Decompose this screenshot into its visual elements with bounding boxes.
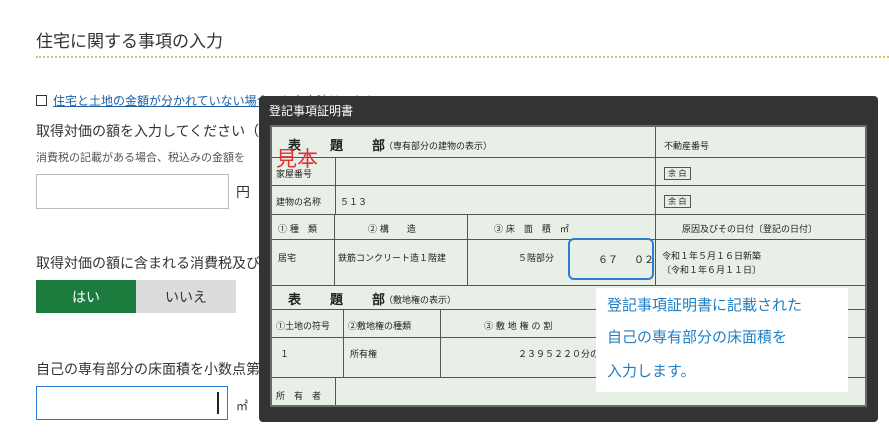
title-divider [36,56,889,58]
structure-value: 鉄筋コンクリート造１階建 [338,254,447,264]
popup-title: 登記事項証明書 [269,104,354,118]
blank-mark: 余 白 [664,195,691,208]
col-right-kind: ②敷地権の種類 [348,322,412,332]
page-title: 住宅に関する事項の入力 [36,32,223,52]
callout-line-3: 入力します。 [607,362,696,380]
floor-value: ５階部分 [518,254,555,264]
floor-area-input[interactable] [36,386,228,420]
ratio-value: ２３９５２２０分の [518,350,600,360]
callout-line-2: 自己の専有部分の床面積を [607,328,788,346]
cert-header-2-sub: （敷地権の表示） [384,296,457,306]
no-button[interactable]: いいえ [136,280,236,313]
floor-area-highlight [568,238,654,280]
cause-line-1: 令和１年５月１６日新築 [662,252,762,262]
cert-header-1-sub: （専有部分の建物の表示） [384,142,493,152]
text-caret [217,392,219,414]
kind-value: 居宅 [278,254,297,264]
col-cause: 原因及びその日付〔登記の日付〕 [682,225,818,235]
col-kind: ① 種 類 [278,225,317,235]
land-number: １ [280,350,290,360]
yes-button[interactable]: はい [36,280,136,313]
acquisition-price-input[interactable] [36,174,229,209]
window-icon [36,95,47,106]
floor-area-label: 自己の専有部分の床面積を小数点第 [36,362,260,378]
col-land-number: ①土地の符号 [276,322,331,332]
building-name-label: 建物の名称 [276,198,322,208]
consumption-tax-question: 取得対価の額に含まれる消費税及び [36,256,260,272]
col-structure: ② 構 造 [368,225,416,235]
col-area: ③ 床 面 積 ㎡ [494,225,569,235]
col-ratio: ③ 敷 地 権 の 割 [484,322,553,332]
blank-mark: 余 白 [664,167,691,180]
cert-header-2: 表 題 部 [288,293,394,308]
realty-number-label: 不動産番号 [664,142,710,152]
explanation-callout: 登記事項証明書に記載された 自己の専有部分の床面積を 入力します。 [596,288,848,392]
owner-label: 所 有 者 [276,392,322,402]
acquisition-price-label: 取得対価の額を入力してください（ [36,124,260,140]
right-kind: 所有権 [350,350,378,360]
cause-line-2: 〔令和１年６月１１日〕 [662,266,762,276]
tax-note: 消費税の記載がある場合、税込みの金額を [36,151,245,164]
sample-stamp: 見本 [276,147,318,171]
callout-line-1: 登記事項証明書に記載された [607,296,803,314]
building-name: ５１３ [340,198,368,208]
area-unit: ㎡ [236,399,249,413]
yen-unit: 円 [236,185,250,201]
